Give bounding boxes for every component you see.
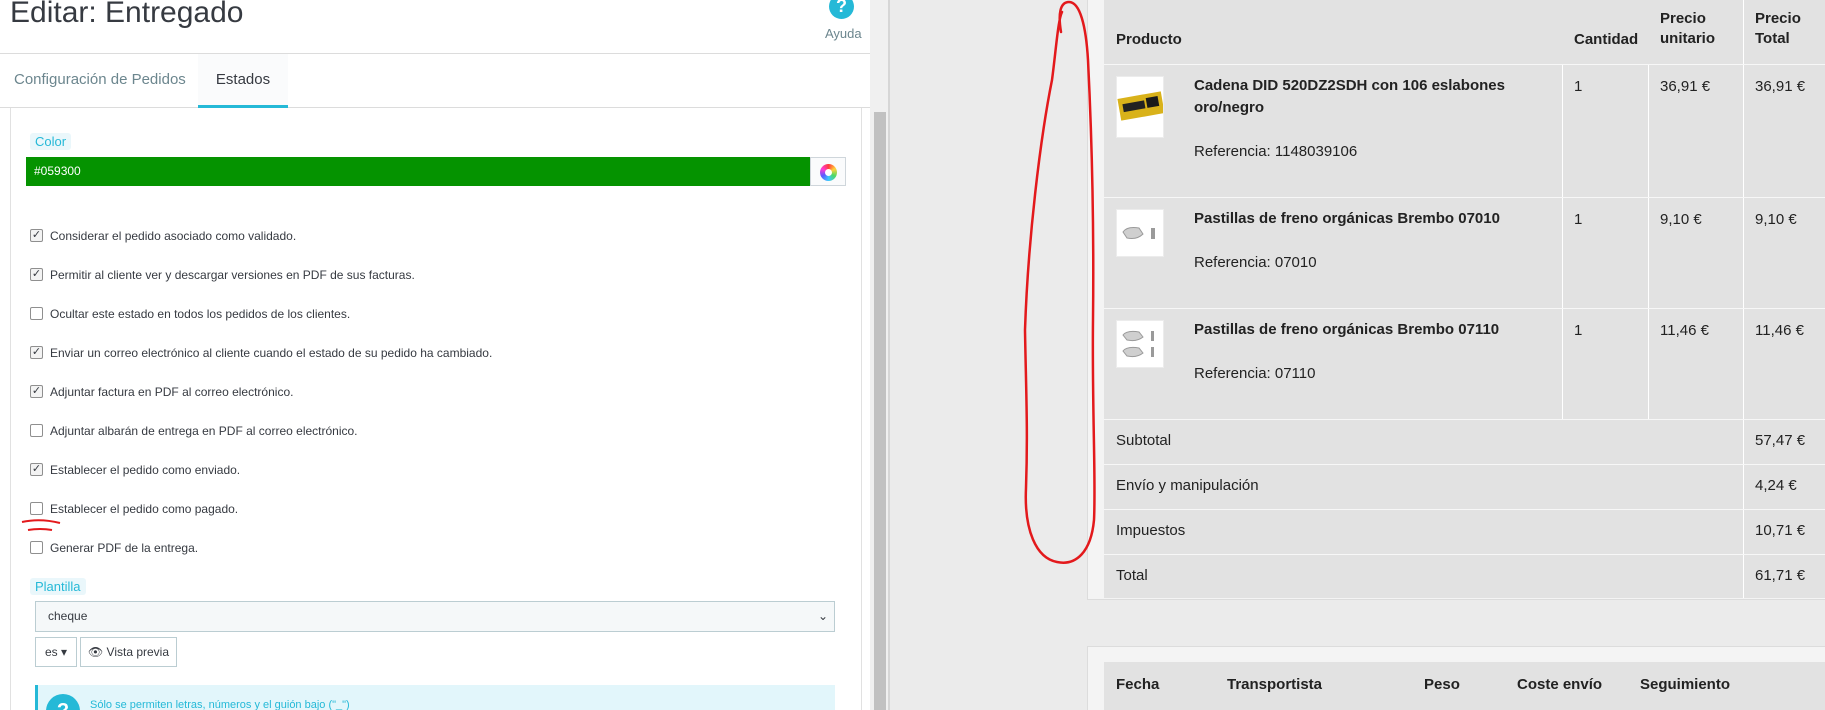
product-reference: Referencia: 1148039106 — [1194, 143, 1358, 160]
color-picker-button[interactable] — [810, 157, 846, 186]
email-preview-panel: Producto Cantidad Precio unitario Precio… — [890, 0, 1825, 710]
chevron-down-icon: ⌄ — [817, 609, 828, 623]
checkbox-unchecked-icon[interactable] — [30, 307, 43, 320]
info-alert: ? Sólo se permiten letras, números y el … — [35, 685, 835, 710]
product-total: 11,46 € — [1755, 322, 1804, 339]
header-date: Fecha — [1116, 676, 1160, 693]
product-name: Pastillas de freno orgánicas Brembo 0711… — [1194, 321, 1500, 338]
page-title: Editar: Entregado — [10, 0, 244, 29]
language-dropdown[interactable]: es ▾ — [35, 637, 77, 667]
column-divider — [1648, 65, 1649, 420]
product-total: 9,10 € — [1755, 211, 1797, 228]
product-unit-price: 36,91 € — [1660, 78, 1711, 95]
checkbox-unchecked-icon[interactable] — [30, 502, 43, 515]
product-name: Cadena DID 520DZ2SDH con 106 eslabones o… — [1194, 77, 1505, 116]
header-total-price: Precio Total — [1755, 10, 1801, 47]
checkbox-unchecked-icon[interactable] — [30, 424, 43, 437]
header-product: Producto — [1116, 31, 1182, 48]
help-icon[interactable]: ? — [829, 0, 854, 19]
header-unit-price: Precio unitario — [1660, 10, 1715, 47]
checkbox-checked-icon[interactable]: ✓ — [30, 268, 43, 281]
order-products-table: Producto Cantidad Precio unitario Precio… — [1104, 0, 1825, 598]
info-text: Sólo se permiten letras, números y el gu… — [90, 699, 350, 710]
color-label: Color — [30, 133, 72, 150]
product-quantity: 1 — [1574, 322, 1583, 339]
product-quantity: 1 — [1574, 78, 1583, 95]
header-carrier: Transportista — [1227, 676, 1323, 693]
help-label[interactable]: Ayuda — [825, 26, 862, 41]
tax-value: 10,71 € — [1755, 522, 1806, 539]
color-input[interactable]: #059300 — [26, 157, 810, 186]
product-reference: Referencia: 07110 — [1194, 365, 1316, 382]
checkbox-unchecked-icon[interactable] — [30, 541, 43, 554]
template-select[interactable]: cheque ⌄ — [35, 601, 835, 632]
product-thumbnail-brake-pads — [1116, 209, 1164, 257]
product-unit-price: 9,10 € — [1660, 211, 1702, 228]
scrollbar-thumb[interactable] — [874, 112, 886, 710]
header-shipping-cost: Coste envío — [1517, 676, 1603, 693]
product-name: Pastillas de freno orgánicas Brembo 0701… — [1194, 210, 1500, 227]
product-thumbnail-chain — [1116, 76, 1164, 138]
order-state-edit-panel: Editar: Entregado ? Ayuda Configuración … — [0, 0, 888, 710]
header-weight: Peso — [1424, 676, 1460, 693]
header-quantity: Cantidad — [1574, 31, 1639, 48]
checkbox-checked-icon[interactable]: ✓ — [30, 229, 43, 242]
checkbox-checked-icon[interactable]: ✓ — [30, 463, 43, 476]
checkbox-checked-icon[interactable]: ✓ — [30, 385, 43, 398]
tab-order-settings[interactable]: Configuración de Pedidos — [0, 54, 200, 108]
column-divider — [1562, 65, 1563, 420]
product-thumbnail-brake-pads — [1116, 320, 1164, 368]
subtotal-value: 57,47 € — [1755, 432, 1806, 449]
header-tracking: Seguimiento — [1640, 676, 1731, 693]
checkbox-checked-icon[interactable]: ✓ — [30, 346, 43, 359]
shipping-value: 4,24 € — [1755, 477, 1797, 494]
preview-button[interactable]: 👁 Vista previa — [80, 637, 177, 667]
template-select-value: cheque — [48, 609, 88, 623]
tax-label: Impuestos — [1116, 522, 1186, 539]
product-unit-price: 11,46 € — [1660, 322, 1709, 339]
color-wheel-icon — [820, 164, 837, 181]
info-icon: ? — [46, 694, 80, 710]
product-reference: Referencia: 07010 — [1194, 254, 1317, 271]
total-label: Total — [1116, 567, 1148, 584]
product-quantity: 1 — [1574, 211, 1583, 228]
shipping-table: Fecha Transportista Peso Coste envío Seg… — [1104, 662, 1825, 710]
subtotal-label: Subtotal — [1116, 432, 1172, 449]
shipping-label: Envío y manipulación — [1116, 477, 1259, 494]
tab-statuses[interactable]: Estados — [198, 54, 288, 108]
template-label: Plantilla — [30, 578, 86, 595]
product-total: 36,91 € — [1755, 78, 1806, 95]
tab-bar: Configuración de Pedidos Estados — [0, 53, 870, 108]
total-value: 61,71 € — [1755, 567, 1806, 584]
